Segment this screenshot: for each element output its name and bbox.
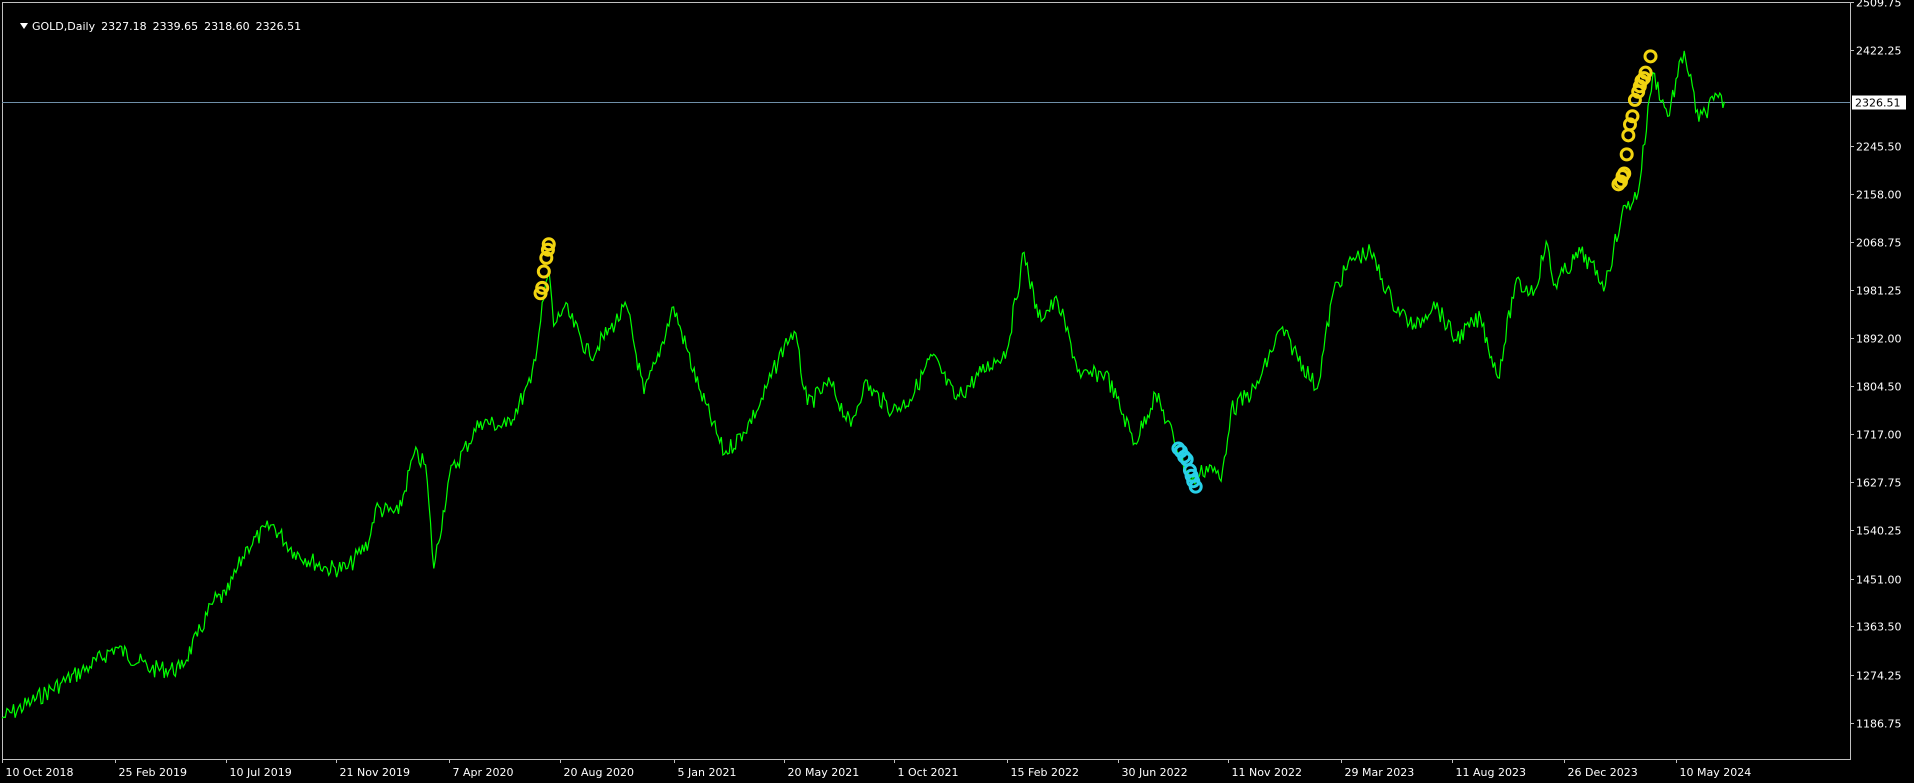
y-tick-label: 1186.75 [1856, 718, 1902, 731]
dropdown-triangle-icon[interactable] [20, 23, 28, 29]
y-tick-label: 1274.25 [1856, 670, 1902, 683]
x-tick-label: 10 Oct 2018 [6, 766, 74, 779]
y-tick-label: 1804.50 [1856, 381, 1902, 394]
x-tick-label: 11 Aug 2023 [1456, 766, 1526, 779]
x-tick-label: 10 Jul 2019 [230, 766, 292, 779]
price-series-line[interactable] [1, 50, 1725, 719]
chart-window[interactable]: 2509.75 2422.25 2245.50 2158.00 2068.75 1981.… [0, 0, 1914, 783]
x-tick-label: 11 Nov 2022 [1232, 766, 1302, 779]
y-tick-label: 1451.00 [1856, 574, 1902, 587]
y-tick-label: 2245.50 [1856, 141, 1902, 154]
y-tick-label: 1540.25 [1856, 525, 1902, 538]
open-price: 2327.18 [101, 20, 147, 33]
up-signal-marker [1619, 147, 1634, 162]
plot-frame [2, 2, 1851, 760]
x-tick-label: 20 May 2021 [788, 766, 860, 779]
x-tick-label: 30 Jun 2022 [1122, 766, 1188, 779]
x-tick-label: 7 Apr 2020 [453, 766, 514, 779]
y-tick-label: 2509.75 [1856, 0, 1902, 10]
x-tick-label: 1 Oct 2021 [898, 766, 959, 779]
y-tick-label: 2422.25 [1856, 45, 1902, 58]
y-tick-label: 1717.00 [1856, 429, 1902, 442]
x-tick-label: 5 Jan 2021 [678, 766, 737, 779]
price-chart[interactable]: 2509.75 2422.25 2245.50 2158.00 2068.75 1981.… [0, 0, 1914, 783]
y-tick-label: 2158.00 [1856, 189, 1902, 202]
up-signal-marker [536, 264, 551, 279]
current-price-label: 2326.51 [1855, 97, 1901, 110]
y-tick-label: 2068.75 [1856, 237, 1902, 250]
close-price: 2326.51 [255, 20, 302, 33]
y-tick-label: 1981.25 [1856, 285, 1902, 298]
x-tick-label: 15 Feb 2022 [1011, 766, 1079, 779]
x-tick-label: 29 Mar 2023 [1345, 766, 1415, 779]
high-price: 2339.65 [152, 20, 199, 33]
up-signal-marker [1643, 49, 1658, 64]
low-price: 2318.60 [204, 20, 250, 33]
x-tick-label: 20 Aug 2020 [564, 766, 634, 779]
y-tick-label: 1363.50 [1856, 621, 1902, 634]
y-tick-label: 1627.75 [1856, 477, 1902, 490]
x-tick-label: 25 Feb 2019 [119, 766, 187, 779]
y-tick-label: 1892.00 [1856, 333, 1902, 346]
x-tick-label: 10 May 2024 [1680, 766, 1752, 779]
x-tick-label: 26 Dec 2023 [1568, 766, 1638, 779]
symbol-label: GOLD,Daily [32, 20, 96, 33]
chart-header: GOLD,Daily 2327.18 2339.65 2318.60 2326.51 [6, 3, 307, 51]
up-signal-marker [1621, 128, 1636, 143]
x-tick-label: 21 Nov 2019 [340, 766, 410, 779]
